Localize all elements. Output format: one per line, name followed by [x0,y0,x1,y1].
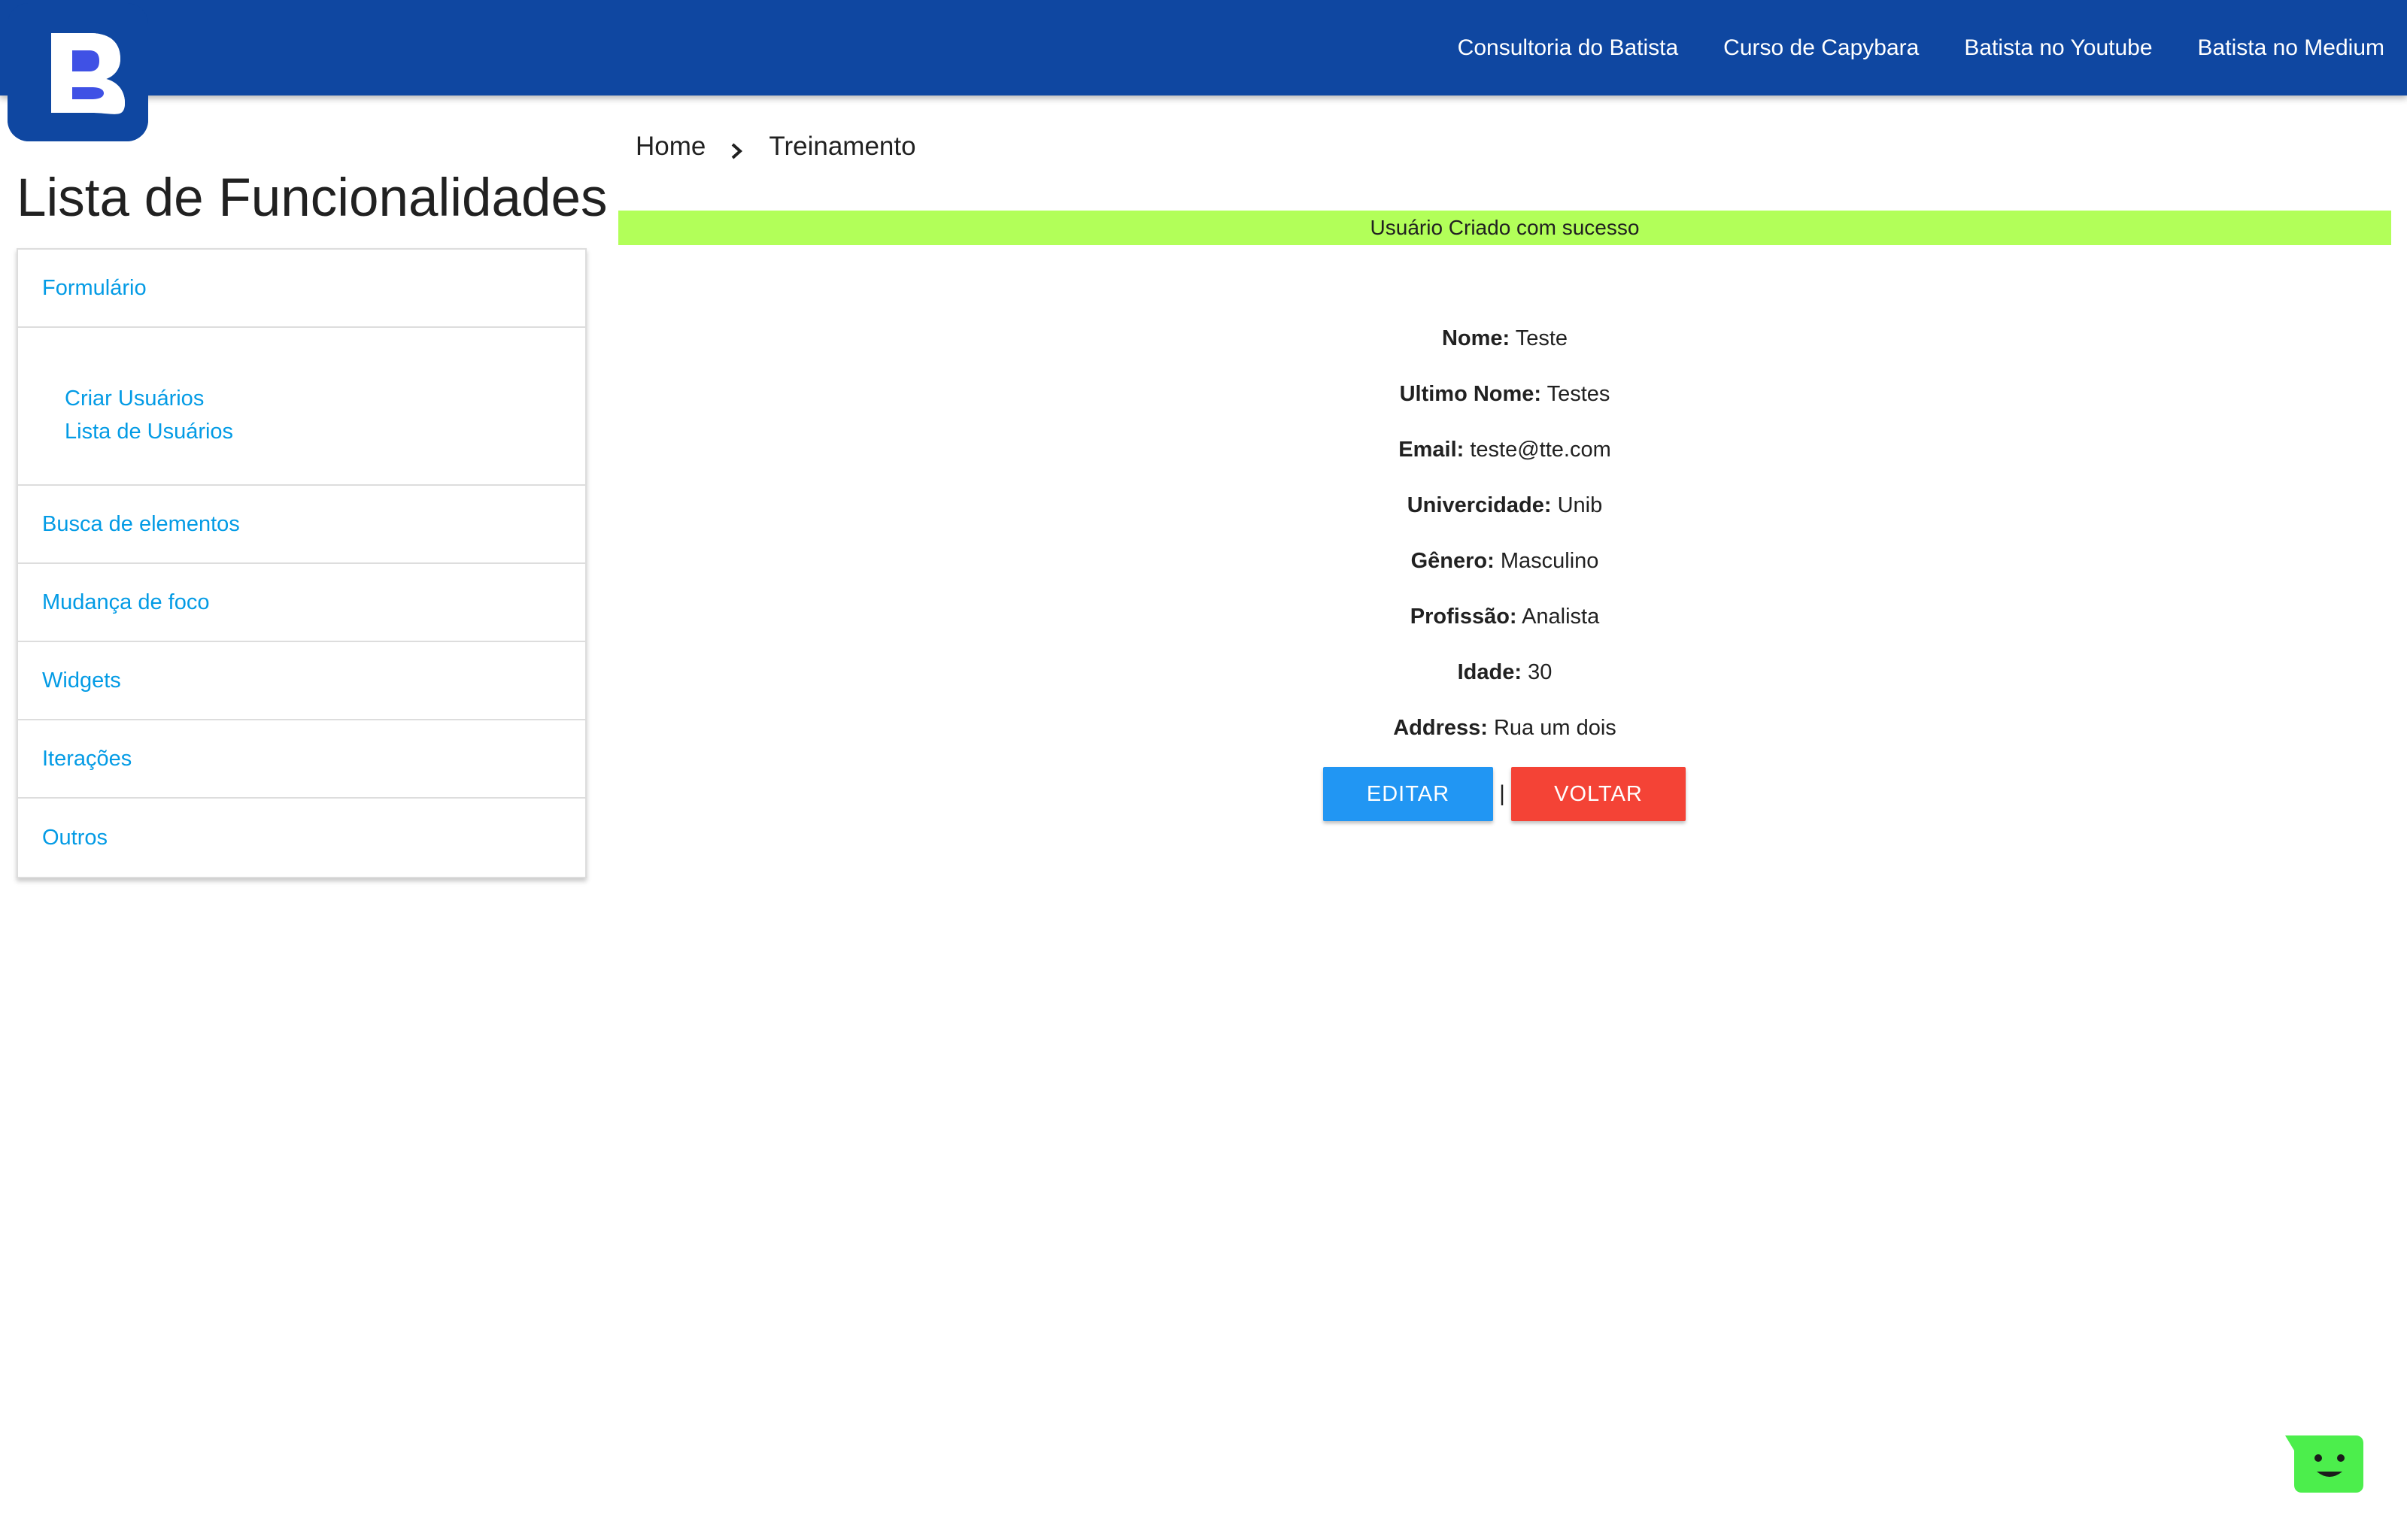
submenu-link-criar-usuarios[interactable]: Criar Usuários [65,382,585,415]
menu-header-formulario[interactable]: Formulário [18,250,585,328]
menu-item-widgets: Widgets [18,642,585,720]
button-separator: | [1499,781,1505,806]
success-alert: Usuário Criado com sucesso [618,211,2391,245]
breadcrumb-current[interactable]: Treinamento [769,132,915,162]
features-menu: Formulário Criar Usuários Lista de Usuár… [17,248,587,878]
field-value: Testes [1546,382,1610,406]
back-button[interactable]: VOLTAR [1511,767,1686,821]
menu-header-mudanca-foco[interactable]: Mudança de foco [18,564,585,642]
menu-header-outros[interactable]: Outros [18,799,585,877]
submenu-link-lista-usuarios[interactable]: Lista de Usuários [65,415,585,448]
breadcrumb: Home Treinamento [636,128,916,165]
field-label: Email: [1398,438,1465,462]
field-univercidade: Univercidade: Unib [618,483,2391,538]
menu-item-outros: Outros [18,799,585,877]
edit-button[interactable]: EDITAR [1323,767,1493,821]
field-ultimo-nome: Ultimo Nome: Testes [618,371,2391,427]
smiley-chat-icon [2285,1435,2363,1493]
field-label: Univercidade: [1407,493,1552,517]
top-navbar: Consultoria do Batista Curso de Capybara… [0,0,2407,95]
field-value: Analista [1522,605,1600,629]
field-value: Rua um dois [1493,716,1616,740]
field-value: Teste [1515,326,1568,350]
nav-link-medium[interactable]: Batista no Medium [2198,35,2384,61]
field-idade: Idade: 30 [618,650,2391,705]
field-address: Address: Rua um dois [618,705,2391,761]
field-value: 30 [1528,660,1553,684]
nav-links: Consultoria do Batista Curso de Capybara… [1413,0,2384,95]
nav-link-curso-capybara[interactable]: Curso de Capybara [1723,35,1919,61]
chevron-right-icon [715,131,760,162]
breadcrumb-home[interactable]: Home [636,132,706,162]
chat-widget-button[interactable] [2284,1434,2365,1494]
menu-header-widgets[interactable]: Widgets [18,642,585,720]
field-label: Gênero: [1410,549,1495,573]
menu-item-busca-elementos: Busca de elementos [18,486,585,564]
field-label: Idade: [1457,660,1522,684]
menu-item-formulario: Formulário Criar Usuários Lista de Usuár… [18,250,585,486]
menu-header-busca-elementos[interactable]: Busca de elementos [18,486,585,564]
field-label: Ultimo Nome: [1399,382,1542,406]
field-profissao: Profissão: Analista [618,594,2391,650]
menu-item-mudanca-foco: Mudança de foco [18,564,585,642]
submenu-formulario: Criar Usuários Lista de Usuários [18,328,585,486]
user-actions: EDITAR | VOLTAR [1323,767,1686,821]
logo-b-icon [8,3,148,141]
field-label: Address: [1393,716,1488,740]
user-details: Nome: Teste Ultimo Nome: Testes Email: t… [618,316,2391,761]
field-value: Unib [1557,493,1603,517]
field-nome: Nome: Teste [618,316,2391,371]
field-label: Profissão: [1410,605,1517,629]
field-email: Email: teste@tte.com [618,427,2391,483]
field-genero: Gênero: Masculino [618,538,2391,594]
nav-link-youtube[interactable]: Batista no Youtube [1964,35,2152,61]
field-label: Nome: [1441,326,1510,350]
nav-link-consultoria[interactable]: Consultoria do Batista [1458,35,1679,61]
field-value: Masculino [1500,549,1599,573]
menu-header-iteracoes[interactable]: Iterações [18,720,585,799]
field-value: teste@tte.com [1470,438,1611,462]
menu-item-iteracoes: Iterações [18,720,585,799]
brand-logo[interactable] [8,3,148,141]
sidebar-title: Lista de Funcionalidades [17,168,608,228]
